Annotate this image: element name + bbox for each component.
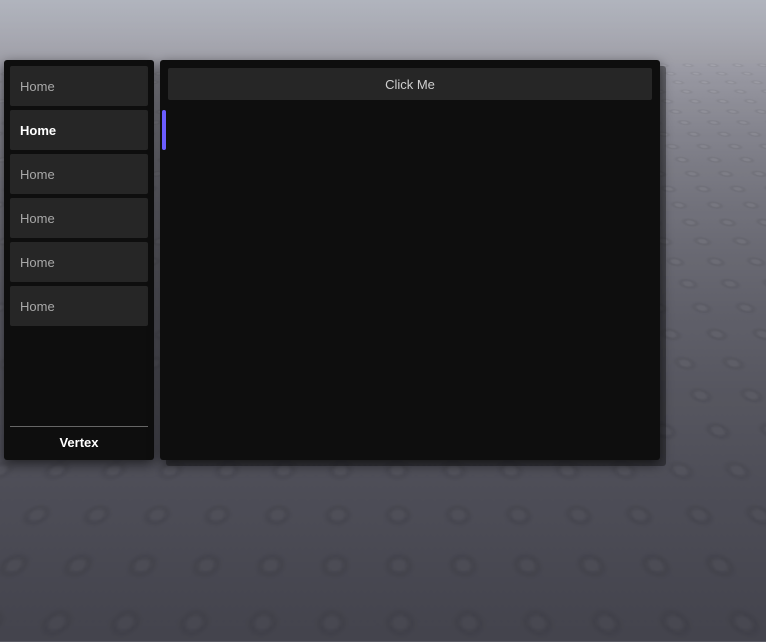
sidebar-item-label: Home <box>20 211 55 226</box>
sidebar-item-home-1[interactable]: Home <box>10 110 148 150</box>
sidebar-item-home-3[interactable]: Home <box>10 198 148 238</box>
sidebar-item-home-5[interactable]: Home <box>10 286 148 326</box>
click-me-button[interactable]: Click Me <box>168 68 652 100</box>
content-panel: Click Me <box>160 60 660 460</box>
sidebar-item-home-0[interactable]: Home <box>10 66 148 106</box>
sidebar-item-label: Home <box>20 79 55 94</box>
accent-indicator-bar <box>162 110 166 150</box>
sidebar-items-list: Home Home Home Home Home Home <box>10 66 148 426</box>
sidebar-item-home-2[interactable]: Home <box>10 154 148 194</box>
sidebar-footer-title: Vertex <box>10 426 148 454</box>
sidebar-item-label: Home <box>20 299 55 314</box>
sidebar-panel: Home Home Home Home Home Home Vertex <box>4 60 154 460</box>
content-wrapper: Click Me <box>160 60 660 460</box>
sidebar-item-label: Home <box>20 255 55 270</box>
sidebar-item-label: Home <box>20 123 56 138</box>
sidebar-item-home-4[interactable]: Home <box>10 242 148 282</box>
sky-gradient <box>0 0 766 60</box>
sidebar-item-label: Home <box>20 167 55 182</box>
gui-window: Home Home Home Home Home Home Vertex Cli… <box>4 60 660 460</box>
